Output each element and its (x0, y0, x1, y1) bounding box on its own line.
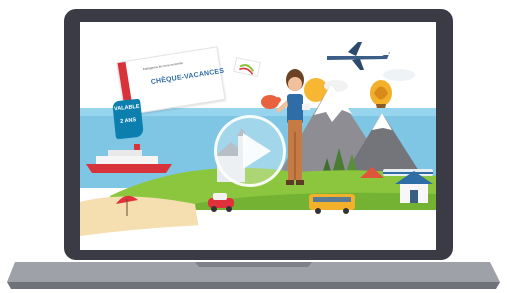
train-icon (383, 169, 433, 176)
cheque-card-tagline: Partageons les bons moments (142, 60, 184, 72)
laptop-mockup: Partageons les bons moments CHÈQUE-VACAN… (0, 0, 507, 293)
video-screen[interactable]: Partageons les bons moments CHÈQUE-VACAN… (80, 22, 436, 250)
cloud (383, 69, 415, 81)
cheque-card-title: CHÈQUE-VACANCES (150, 67, 225, 87)
laptop-base (7, 262, 500, 289)
play-button[interactable] (214, 115, 286, 187)
play-icon (243, 133, 271, 169)
validity-sticker: VALABLE 2 ANS (112, 98, 144, 140)
